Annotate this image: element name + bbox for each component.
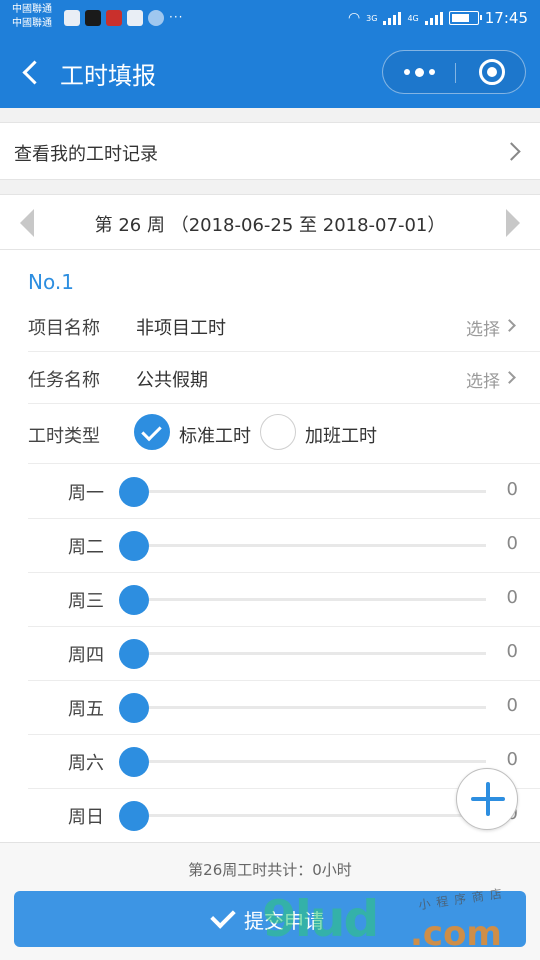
nav-bar: 工时填报	[0, 36, 540, 108]
day-label: 周四	[68, 645, 104, 666]
submit-button[interactable]: 提交申请	[14, 891, 526, 947]
hours-value: 0	[506, 641, 518, 662]
wifi-icon: ◠	[347, 10, 361, 26]
capsule-divider	[455, 63, 456, 83]
task-select-button[interactable]: 选择	[466, 367, 500, 392]
day-label: 周日	[68, 807, 104, 828]
day-label: 周一	[68, 483, 104, 504]
submit-label: 提交申请	[244, 908, 324, 933]
clock: 17:45	[484, 9, 528, 27]
hours-slider-handle[interactable]	[119, 801, 149, 831]
day-row-fri: 周五 0	[28, 681, 540, 735]
task-label: 任务名称	[28, 370, 100, 391]
network-4g: 4G	[407, 13, 419, 23]
hours-slider-track[interactable]	[134, 490, 486, 493]
carrier-1: 中國聯通	[12, 4, 52, 15]
tiktok-icon	[85, 10, 101, 26]
chevron-right-icon	[502, 142, 521, 161]
app-icon	[127, 10, 143, 26]
chevron-right-icon	[503, 319, 516, 332]
day-row-thu: 周四 0	[28, 627, 540, 681]
entry-number: No.1	[28, 270, 74, 294]
overtime-hours-label[interactable]: 加班工时	[305, 422, 377, 448]
app-store-icon	[106, 10, 122, 26]
signal-icon	[383, 11, 402, 25]
hours-type-label: 工时类型	[28, 426, 100, 447]
hours-slider-track[interactable]	[134, 544, 486, 547]
notification-icons: ···	[64, 10, 183, 26]
weekly-total: 第26周工时共计：0小时	[188, 861, 352, 879]
view-records-label: 查看我的工时记录	[14, 144, 158, 165]
day-row-mon: 周一 0	[28, 465, 540, 519]
hours-value: 0	[506, 749, 518, 770]
hours-value: 0	[506, 695, 518, 716]
standard-hours-radio[interactable]	[134, 414, 170, 450]
day-label: 周六	[68, 753, 104, 774]
carrier-2: 中國聯通	[12, 18, 52, 29]
battery-icon	[448, 11, 482, 25]
network-3g: 3G	[366, 13, 378, 23]
shield-icon	[148, 10, 164, 26]
signal-icon-2	[424, 11, 443, 25]
more-notifications: ···	[169, 10, 184, 24]
hours-slider-handle[interactable]	[119, 693, 149, 723]
status-right: ◠ 3G 4G 17:45	[348, 9, 528, 27]
day-label: 周二	[68, 537, 104, 558]
hours-value: 0	[506, 533, 518, 554]
task-field[interactable]: 任务名称 公共假期 选择	[28, 352, 540, 404]
project-label: 项目名称	[28, 318, 100, 339]
hours-slider-handle[interactable]	[119, 585, 149, 615]
hours-slider-track[interactable]	[134, 598, 486, 601]
hours-slider-track[interactable]	[134, 706, 486, 709]
close-miniprogram-icon[interactable]	[479, 59, 505, 85]
hours-slider-handle[interactable]	[119, 477, 149, 507]
back-icon[interactable]	[14, 52, 50, 92]
day-label: 周三	[68, 591, 104, 612]
task-value: 公共假期	[136, 370, 208, 391]
standard-hours-label[interactable]: 标准工时	[179, 422, 251, 448]
page-title: 工时填报	[60, 62, 156, 90]
more-menu-button[interactable]	[383, 51, 455, 93]
overtime-hours-radio[interactable]	[260, 414, 296, 450]
miniprogram-capsule	[382, 50, 526, 94]
hours-slider-track[interactable]	[134, 760, 486, 763]
project-field[interactable]: 项目名称 非项目工时 选择	[28, 300, 540, 352]
hours-slider-handle[interactable]	[119, 531, 149, 561]
day-row-tue: 周二 0	[28, 519, 540, 573]
day-row-wed: 周三 0	[28, 573, 540, 627]
chevron-right-icon	[503, 371, 516, 384]
hours-slider-handle[interactable]	[119, 747, 149, 777]
day-label: 周五	[68, 699, 104, 720]
hours-type-field: 工时类型 标准工时 加班工时	[28, 402, 540, 464]
message-icon	[64, 10, 80, 26]
footer: 第26周工时共计：0小时 提交申请	[0, 842, 540, 960]
hours-slider-track[interactable]	[134, 814, 486, 817]
project-select-button[interactable]: 选择	[466, 315, 500, 340]
hours-slider-track[interactable]	[134, 652, 486, 655]
hours-slider-handle[interactable]	[119, 639, 149, 669]
timesheet-entry-card: No.1 项目名称 非项目工时 选择 任务名称 公共假期 选择 工时类型 标准工…	[0, 250, 540, 842]
carrier-info: 中國聯通 中國聯通	[12, 3, 52, 31]
hours-value: 0	[506, 479, 518, 500]
status-bar: 中國聯通 中國聯通 ··· ◠ 3G 4G 17:45	[0, 0, 540, 36]
view-records-link[interactable]: 查看我的工时记录	[0, 122, 540, 180]
add-entry-button[interactable]	[456, 768, 518, 830]
next-week-icon[interactable]	[506, 209, 520, 237]
week-label: 第 26 周 （2018-06-25 至 2018-07-01）	[94, 215, 446, 236]
week-selector: 第 26 周 （2018-06-25 至 2018-07-01）	[0, 194, 540, 250]
hours-value: 0	[506, 587, 518, 608]
project-value: 非项目工时	[136, 318, 226, 339]
check-icon	[210, 903, 236, 929]
